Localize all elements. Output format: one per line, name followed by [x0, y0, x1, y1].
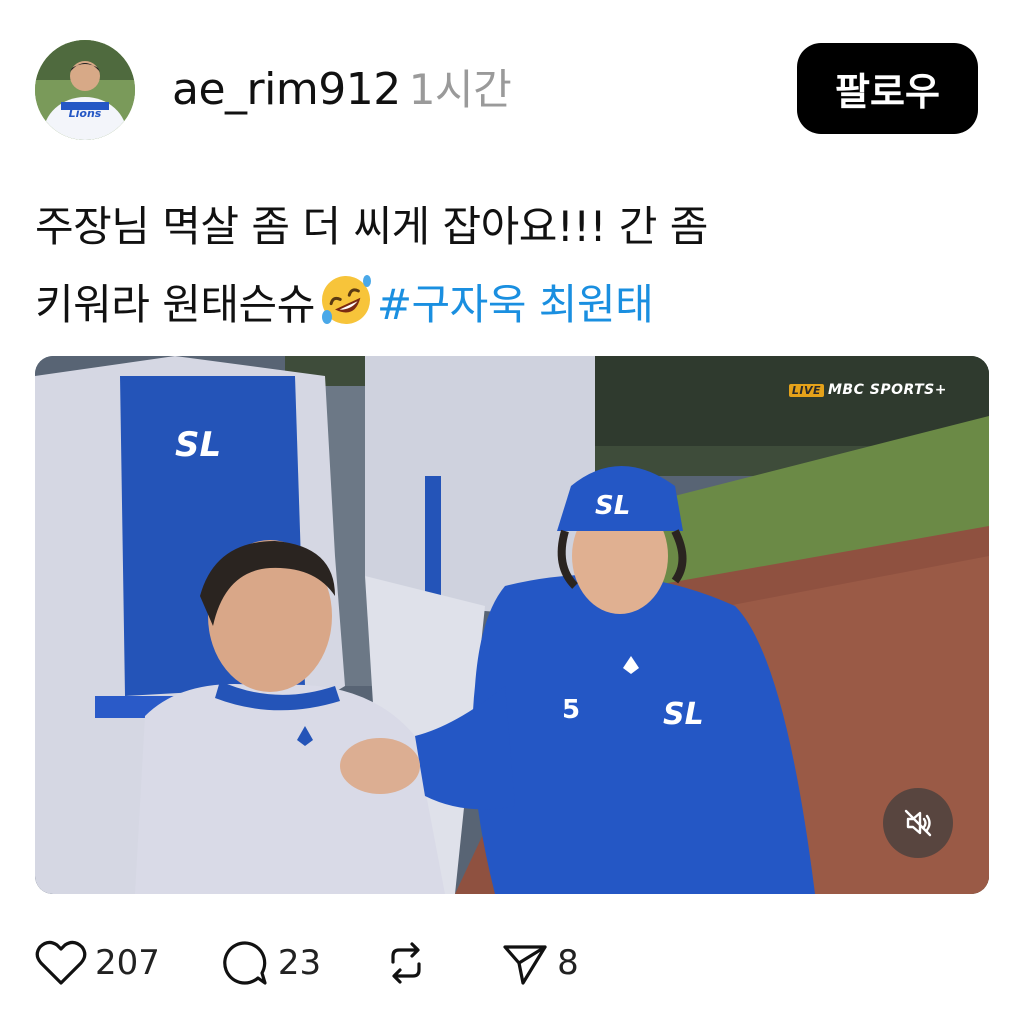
- heart-icon: [35, 940, 87, 985]
- follow-button[interactable]: 팔로우: [797, 43, 978, 134]
- mute-button[interactable]: [883, 788, 953, 858]
- repost-button[interactable]: [381, 938, 431, 988]
- rolling-on-floor-laughing-emoji-icon: [317, 271, 375, 329]
- broadcast-name: MBC SPORTS+: [827, 382, 947, 398]
- svg-text:SL: SL: [175, 425, 221, 465]
- hashtag-link[interactable]: #구자욱 최원태: [377, 280, 654, 329]
- speaker-muted-icon: [904, 809, 932, 837]
- comment-button[interactable]: 23: [220, 938, 321, 988]
- post-text: 주장님 멱살 좀 더 씨게 잡아요!!! 간 좀 키워라 원태슨슈 #구자욱 최…: [35, 188, 995, 344]
- share-count: 8: [557, 943, 579, 983]
- post-line-1: 주장님 멱살 좀 더 씨게 잡아요!!! 간 좀: [35, 202, 708, 251]
- comment-bubble-icon: [223, 941, 267, 985]
- jersey-number: 5: [562, 695, 580, 725]
- broadcast-logo: LIVE MBC SPORTS+: [788, 382, 947, 398]
- post-actions: 207 23 8: [35, 935, 639, 991]
- username[interactable]: ae_rim912: [172, 64, 401, 115]
- like-button[interactable]: 207: [35, 939, 160, 987]
- avatar[interactable]: Lions: [35, 40, 135, 140]
- comment-count: 23: [277, 943, 322, 983]
- post-time: 1시간: [408, 65, 512, 114]
- video-frame: SL SL 5 SL: [35, 356, 989, 894]
- share-button[interactable]: 8: [501, 939, 579, 987]
- live-badge: LIVE: [788, 384, 824, 397]
- video-player[interactable]: SL SL 5 SL LIVE MBC SPORTS+: [35, 356, 989, 894]
- post-line-2: 키워라 원태슨슈 #구자욱 최원태: [35, 266, 995, 344]
- post-line-2-text: 키워라 원태슨슈: [35, 280, 315, 329]
- svg-text:Lions: Lions: [69, 107, 102, 120]
- like-count: 207: [95, 943, 160, 983]
- svg-text:SL: SL: [663, 697, 704, 732]
- send-icon: [503, 945, 547, 985]
- repost-icon: [391, 942, 421, 984]
- svg-text:SL: SL: [595, 491, 630, 521]
- username-row: ae_rim912 1시간: [172, 62, 512, 118]
